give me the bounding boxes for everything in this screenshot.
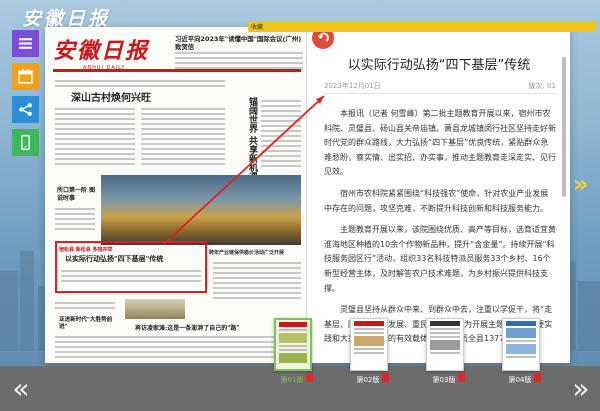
mobile-icon — [21, 134, 30, 151]
menu-icon — [19, 38, 32, 49]
newspaper-page[interactable]: 安徽日报 ANHUI DAILY 习近平向2023年"读懂中国"国际会议(广州)… — [45, 27, 307, 363]
highlighted-tag: 宿松县 新松县 多措并举 — [59, 247, 113, 253]
newspaper-reader: 安徽日报 ANHUI DAILY 习近平向2023年"读懂中国"国际会议(广州)… — [45, 27, 570, 363]
photo-caption: 跨年产业链保供稳价活动广泛开展 — [209, 250, 285, 256]
small-headline-1[interactable]: 所口第一阶 图说时事 — [57, 187, 97, 203]
article-divider — [324, 93, 556, 94]
thumbnail-page-3[interactable]: 第03版 — [418, 318, 470, 411]
thumbnail-page-4[interactable]: 第04版 — [494, 318, 546, 411]
lower-lines-2 — [55, 333, 301, 361]
menu-button[interactable] — [12, 30, 39, 57]
pdf-icon[interactable] — [382, 373, 389, 382]
calendar-icon — [18, 69, 33, 84]
article-date: 2023年12月01日 — [324, 82, 381, 90]
highlighted-title[interactable]: 以实际行动弘扬"四下基层"传统 — [65, 254, 163, 264]
thumbnail-page-1[interactable]: 第01版 — [266, 318, 318, 411]
column-lines-1 — [55, 105, 135, 168]
big-headline[interactable]: 深山古村焕何兴旺 — [71, 89, 151, 104]
favorite-badge[interactable]: 收藏 — [248, 21, 596, 32]
article-title: 以实际行动弘扬“四下基层”传统 — [347, 58, 531, 73]
thumbnail-image — [350, 318, 388, 371]
bottom-headline-1[interactable]: 亚进新时代"大胜势前进" — [59, 317, 119, 331]
article-paragraph: 主题教育开展以来，该院围绕优质、高产等目标，选育适宜黄淮海地区种植的10余个作物… — [324, 225, 556, 293]
share-icon — [19, 103, 32, 116]
article-body: 本报讯（记者 何雪峰）第二批主题教育开展以来，宿州市农科院、灵璧县、砀山县关帝庙… — [324, 107, 556, 354]
highlighted-lines — [61, 267, 201, 285]
calendar-button[interactable] — [12, 63, 39, 90]
article-page: 以实际行动弘扬“四下基层”传统 2023年12月01日 版次: 01 本报讯（记… — [308, 27, 570, 363]
pdf-icon[interactable] — [534, 373, 541, 382]
article-scrollbar[interactable] — [562, 57, 566, 197]
thumbnail-image — [426, 318, 464, 371]
masthead-title: 安徽日报 — [53, 38, 150, 64]
lower-lines-1 — [55, 299, 115, 312]
next-page-button[interactable]: » — [573, 172, 593, 196]
share-button[interactable] — [12, 96, 39, 123]
thumbs-prev-button[interactable]: « — [6, 366, 36, 411]
side-headline[interactable]: 锚阔世界 共享新机遇 — [241, 97, 257, 181]
pdf-icon[interactable] — [458, 373, 465, 382]
side-column-lines — [261, 97, 301, 170]
pdf-icon[interactable] — [306, 373, 313, 382]
article-edition: 版次: 01 — [528, 82, 557, 90]
back-arrow-icon — [317, 32, 329, 42]
masthead-rule — [53, 69, 301, 72]
newspaper-masthead: 安徽日报 ANHUI DAILY — [53, 33, 163, 71]
article-paragraph: 本报讯（记者 何雪峰）第二批主题教育开展以来，宿州市农科院、灵璧县、砀山县关帝庙… — [324, 109, 556, 177]
front-page-photo[interactable] — [101, 175, 301, 245]
small-column-lines — [55, 205, 95, 233]
thumbnail-page-2[interactable]: 第02版 — [342, 318, 394, 411]
bottom-photo[interactable] — [125, 299, 185, 319]
thumbnail-image — [502, 318, 540, 371]
column-lines-2 — [141, 105, 225, 168]
right-column-lines — [213, 259, 301, 302]
thumbnail-image — [274, 318, 312, 371]
mobile-button[interactable] — [12, 129, 39, 156]
thumbs-next-button[interactable]: » — [566, 366, 596, 411]
left-toolbar — [12, 30, 39, 162]
article-paragraph: 宿州市农科院紧紧围绕“科技强农”使命，针对农业产业发展中存在的问题，攻坚克难，不… — [324, 188, 549, 213]
